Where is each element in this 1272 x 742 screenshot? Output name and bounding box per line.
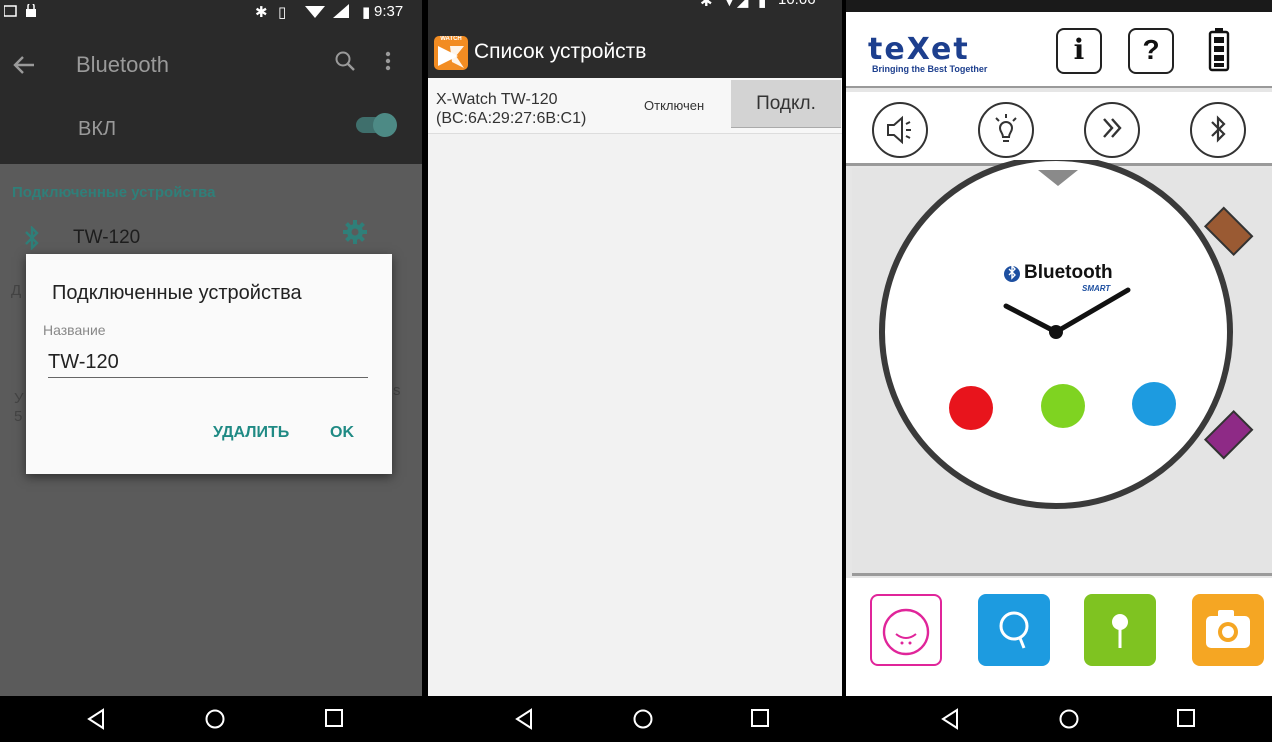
page-title: Bluetooth <box>76 52 169 77</box>
connect-button[interactable]: Подкл. <box>731 80 841 128</box>
camera-icon <box>1206 610 1250 648</box>
status-time: 10:06 <box>778 0 816 8</box>
nav-recents-icon[interactable] <box>750 708 770 728</box>
lightbulb-icon <box>995 114 1017 142</box>
status-time: 9:37 <box>374 3 404 20</box>
section-title: Подключенные устройства <box>12 184 216 201</box>
back-arrow-icon[interactable] <box>12 54 36 76</box>
sound-button[interactable] <box>872 102 928 158</box>
xwatch-logo: WATCH <box>434 36 468 70</box>
battery-level-icon <box>1208 28 1230 72</box>
bluetooth-status-icon: ✱ <box>255 4 268 21</box>
device-name: X-Watch TW-120 (BC:6A:29:27:6B:C1) <box>436 90 586 128</box>
bluetooth-smart-text: SMART <box>1082 284 1111 293</box>
signal-icons: ▼◢ <box>722 0 749 10</box>
dialog-title: Подключенные устройства <box>52 282 302 304</box>
brand-logo: teXet <box>868 32 970 67</box>
android-bluetooth-settings-panel: ✱ ▯ ▮ 9:37 Bluetooth ВКЛ Подключенные ус… <box>0 0 422 742</box>
bluetooth-button[interactable] <box>1190 102 1246 158</box>
texet-watch-app-panel: teXet Bringing the Best Together i ? Blu… <box>846 0 1272 742</box>
nav-back-icon[interactable] <box>86 708 106 730</box>
paired-device-name[interactable]: TW-120 <box>73 227 140 249</box>
obscured-text: s <box>393 382 401 399</box>
name-field-label: Название <box>43 322 106 338</box>
status-bar: ✱ ▯ ▮ 9:37 <box>0 0 422 22</box>
device-name-line: X-Watch TW-120 <box>436 91 558 108</box>
navigation-bar <box>428 696 842 742</box>
logo-text: WATCH <box>440 36 462 42</box>
bluetooth-icon <box>25 226 39 250</box>
signal-icons <box>305 4 349 18</box>
obscured-text: У <box>14 390 24 407</box>
navigation-bar <box>0 696 422 742</box>
location-tile[interactable] <box>1084 594 1156 666</box>
bluetooth-brand-text: Bluetooth <box>1024 262 1113 283</box>
device-list-panel: ✱ ▼◢ ▮ 10:06 WATCH Список устройств X-Wa… <box>428 0 842 742</box>
bluetooth-switch-knob[interactable] <box>373 113 397 137</box>
speaker-icon <box>887 115 911 145</box>
alarm-tile[interactable] <box>870 594 942 666</box>
app-bar <box>0 22 422 164</box>
map-pin-icon <box>1112 614 1128 648</box>
vibrate-button[interactable] <box>1084 102 1140 158</box>
info-button[interactable]: i <box>1056 28 1102 74</box>
vibrate-icon: ▯ <box>278 4 287 21</box>
obscured-text: 5 <box>14 408 23 425</box>
search-icon <box>999 611 1029 649</box>
alarm-clock-icon <box>882 608 930 656</box>
brand-tagline: Bringing the Best Together <box>872 64 988 74</box>
nav-back-icon[interactable] <box>514 708 534 730</box>
watch-face <box>879 160 1254 509</box>
navigation-bar <box>846 696 1272 742</box>
status-bar <box>846 0 1272 12</box>
rename-device-dialog: Подключенные устройства Название УДАЛИТЬ… <box>26 254 392 474</box>
status-badge: Отключен <box>644 98 705 113</box>
status-bar: ✱ ▼◢ ▮ 10:06 <box>428 0 842 20</box>
device-mac-line: (BC:6A:29:27:6B:C1) <box>436 110 587 127</box>
delete-button[interactable]: УДАЛИТЬ <box>213 424 289 442</box>
nav-home-icon[interactable] <box>204 708 226 730</box>
page-title: Список устройств <box>474 40 647 63</box>
nav-recents-icon[interactable] <box>324 708 344 728</box>
light-button[interactable] <box>978 102 1034 158</box>
obscured-text: Д <box>11 282 22 299</box>
nav-back-icon[interactable] <box>940 708 960 730</box>
bluetooth-switch-label: ВКЛ <box>78 118 117 140</box>
nav-recents-icon[interactable] <box>1176 708 1196 728</box>
search-icon[interactable] <box>334 50 356 72</box>
camera-tile[interactable] <box>1192 594 1264 666</box>
battery-icon: ▮ <box>362 4 371 21</box>
help-button[interactable]: ? <box>1128 28 1174 74</box>
nav-home-icon[interactable] <box>1058 708 1080 730</box>
battery-icon: ▮ <box>758 0 767 10</box>
gear-icon[interactable] <box>343 220 367 244</box>
vibration-icon <box>1103 118 1122 138</box>
bluetooth-status-icon: ✱ <box>700 0 713 10</box>
ok-button[interactable]: OK <box>330 424 354 442</box>
more-vert-icon[interactable] <box>384 50 392 72</box>
nav-home-icon[interactable] <box>632 708 654 730</box>
device-name-input[interactable] <box>48 348 368 378</box>
notification-icons <box>4 4 36 17</box>
bluetooth-icon <box>1211 115 1226 143</box>
search-tile[interactable] <box>978 594 1050 666</box>
